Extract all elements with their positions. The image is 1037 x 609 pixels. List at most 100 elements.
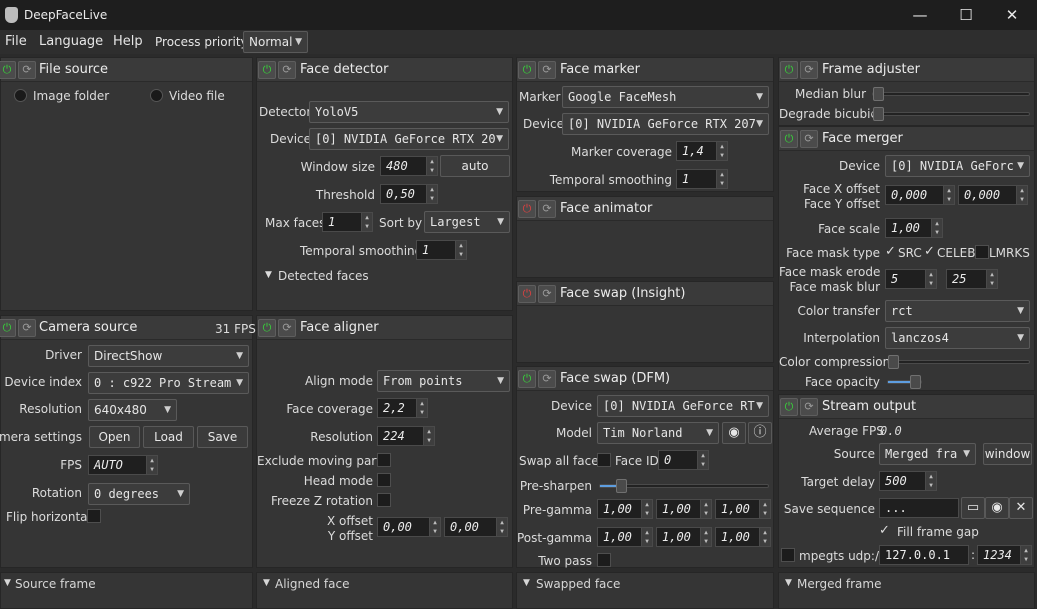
spin-arrows[interactable]: ▲ ▼ <box>759 528 770 546</box>
device-select[interactable]: [0] NVIDIA GeForce RTX 20 ▼ <box>309 128 509 150</box>
face-coverage-spinbox[interactable]: 2,2 ▲ ▼ <box>377 398 428 418</box>
reload-icon[interactable]: ⟳ <box>538 285 556 303</box>
detector-select[interactable]: YoloV5 ▼ <box>309 101 509 123</box>
power-icon[interactable]: ⏻ <box>258 319 276 337</box>
face-mask-blur-spinbox[interactable]: 25 ▲ ▼ <box>946 269 998 289</box>
spin-arrows[interactable]: ▲ ▼ <box>986 270 997 288</box>
spin-arrows[interactable]: ▲ ▼ <box>697 451 708 469</box>
spin-arrows[interactable]: ▲ ▼ <box>641 528 652 546</box>
spin-arrows[interactable]: ▲ ▼ <box>423 427 434 445</box>
menu-file[interactable]: File <box>5 34 27 49</box>
color-compression-slider[interactable] <box>887 355 1030 369</box>
menu-language[interactable]: Language <box>39 34 103 49</box>
face-x-offset-spinbox[interactable]: 0,000 ▲ ▼ <box>885 185 955 205</box>
slider-handle[interactable] <box>873 107 884 121</box>
resolution-spinbox[interactable]: 224 ▲ ▼ <box>377 426 435 446</box>
exclude-moving-parts-checkbox[interactable] <box>377 453 391 467</box>
spin-arrows[interactable]: ▲ ▼ <box>925 270 936 288</box>
post-gamma-g-spinbox[interactable]: 1,00 ▲ ▼ <box>656 527 712 547</box>
face-id-spinbox[interactable]: 0 ▲ ▼ <box>658 450 709 470</box>
spin-arrows[interactable]: ▲ ▼ <box>925 472 936 490</box>
pre-sharpen-slider[interactable] <box>599 479 769 493</box>
eye-icon[interactable]: ◉ <box>985 497 1009 519</box>
device-select[interactable]: [0] NVIDIA GeForc ▼ <box>885 155 1030 177</box>
pre-gamma-b-spinbox[interactable]: 1,00 ▲ ▼ <box>715 499 771 519</box>
temporal-smoothing-spinbox[interactable]: 1 ▲ ▼ <box>676 169 728 189</box>
slider-handle[interactable] <box>616 479 627 493</box>
spin-arrows[interactable]: ▲ ▼ <box>716 142 727 160</box>
power-icon[interactable]: ⏻ <box>518 370 536 388</box>
minimize-button[interactable]: — <box>897 0 943 30</box>
y-offset-spinbox[interactable]: 0,00 ▲ ▼ <box>444 517 508 537</box>
spin-arrows[interactable]: ▲ ▼ <box>496 518 507 536</box>
spin-arrows[interactable]: ▲ ▼ <box>700 528 711 546</box>
menu-help[interactable]: Help <box>113 34 143 49</box>
rotation-select[interactable]: 0 degrees ▼ <box>88 483 190 505</box>
slider-handle[interactable] <box>873 87 884 101</box>
slider-handle[interactable] <box>910 375 921 389</box>
resolution-select[interactable]: 640x480 ▼ <box>88 399 177 421</box>
spin-arrows[interactable]: ▲ ▼ <box>429 518 440 536</box>
power-icon[interactable]: ⏻ <box>0 319 16 337</box>
spin-arrows[interactable]: ▲ ▼ <box>759 500 770 518</box>
sort-by-select[interactable]: Largest ▼ <box>424 211 510 233</box>
close-icon[interactable]: ✕ <box>1009 497 1033 519</box>
power-icon[interactable]: ⏻ <box>0 61 16 79</box>
spin-arrows[interactable]: ▲ ▼ <box>416 399 427 417</box>
post-gamma-b-spinbox[interactable]: 1,00 ▲ ▼ <box>715 527 771 547</box>
process-priority-select[interactable]: Normal ▼ <box>243 31 308 53</box>
interpolation-select[interactable]: lanczos4 ▼ <box>885 327 1030 349</box>
x-offset-spinbox[interactable]: 0,00 ▲ ▼ <box>377 517 441 537</box>
video-file-radio[interactable] <box>150 89 163 102</box>
marker-coverage-spinbox[interactable]: 1,4 ▲ ▼ <box>676 141 728 161</box>
collapse-arrow-icon[interactable]: ▼ <box>785 578 792 588</box>
temporal-smoothing-spinbox[interactable]: 1 ▲ ▼ <box>416 240 467 260</box>
device-index-select[interactable]: 0 : c922 Pro Stream ▼ <box>88 372 249 394</box>
spin-arrows[interactable]: ▲ ▼ <box>426 157 437 175</box>
spin-arrows[interactable]: ▲ ▼ <box>641 500 652 518</box>
spin-arrows[interactable]: ▲ ▼ <box>426 185 437 203</box>
slider-handle[interactable] <box>888 355 899 369</box>
eye-icon[interactable]: ◉ <box>722 422 746 444</box>
camera-open-button[interactable]: Open <box>89 426 140 448</box>
post-gamma-r-spinbox[interactable]: 1,00 ▲ ▼ <box>597 527 653 547</box>
reload-icon[interactable]: ⟳ <box>538 61 556 79</box>
power-icon[interactable]: ⏻ <box>780 130 798 148</box>
mpegts-checkbox[interactable] <box>781 548 795 562</box>
align-mode-select[interactable]: From points ▼ <box>377 370 510 392</box>
camera-save-button[interactable]: Save <box>197 426 248 448</box>
spin-arrows[interactable]: ▲ ▼ <box>1016 186 1027 204</box>
spin-arrows[interactable]: ▲ ▼ <box>943 186 954 204</box>
folder-icon[interactable]: ▭ <box>961 497 985 519</box>
save-sequence-path[interactable]: ... <box>879 498 959 518</box>
marker-select[interactable]: Google FaceMesh ▼ <box>562 86 769 108</box>
host-input[interactable]: 127.0.0.1 <box>879 545 969 565</box>
collapse-arrow-icon[interactable]: ▼ <box>4 578 11 588</box>
device-select[interactable]: [0] NVIDIA GeForce RTX 207 ▼ <box>562 113 769 135</box>
reload-icon[interactable]: ⟳ <box>800 61 818 79</box>
spin-arrows[interactable]: ▲ ▼ <box>361 213 372 231</box>
swap-all-faces-checkbox[interactable] <box>597 453 611 467</box>
flip-horizontal-checkbox[interactable] <box>87 509 101 523</box>
threshold-spinbox[interactable]: 0,50 ▲ ▼ <box>380 184 438 204</box>
power-icon[interactable]: ⏻ <box>258 61 276 79</box>
window-size-spinbox[interactable]: 480 ▲ ▼ <box>380 156 438 176</box>
reload-icon[interactable]: ⟳ <box>18 61 36 79</box>
reload-icon[interactable]: ⟳ <box>18 319 36 337</box>
reload-icon[interactable]: ⟳ <box>800 398 818 416</box>
face-y-offset-spinbox[interactable]: 0,000 ▲ ▼ <box>958 185 1028 205</box>
pre-gamma-g-spinbox[interactable]: 1,00 ▲ ▼ <box>656 499 712 519</box>
swapped-face-label[interactable]: Swapped face <box>536 577 620 591</box>
src-check-icon[interactable]: ✓ <box>885 244 896 259</box>
fps-spinbox[interactable]: AUTO ▲ ▼ <box>88 455 158 475</box>
face-scale-spinbox[interactable]: 1,00 ▲ ▼ <box>885 218 943 238</box>
maximize-button[interactable]: ☐ <box>943 0 989 30</box>
model-select[interactable]: Tim Norland ▼ <box>597 422 719 444</box>
reload-icon[interactable]: ⟳ <box>538 200 556 218</box>
spin-arrows[interactable]: ▲ ▼ <box>455 241 466 259</box>
lmrks-checkbox[interactable] <box>975 245 989 259</box>
info-icon[interactable]: ⓘ <box>748 422 772 444</box>
spin-arrows[interactable]: ▲ ▼ <box>1020 546 1031 564</box>
spin-arrows[interactable]: ▲ ▼ <box>931 219 942 237</box>
celeb-check-icon[interactable]: ✓ <box>924 244 935 259</box>
